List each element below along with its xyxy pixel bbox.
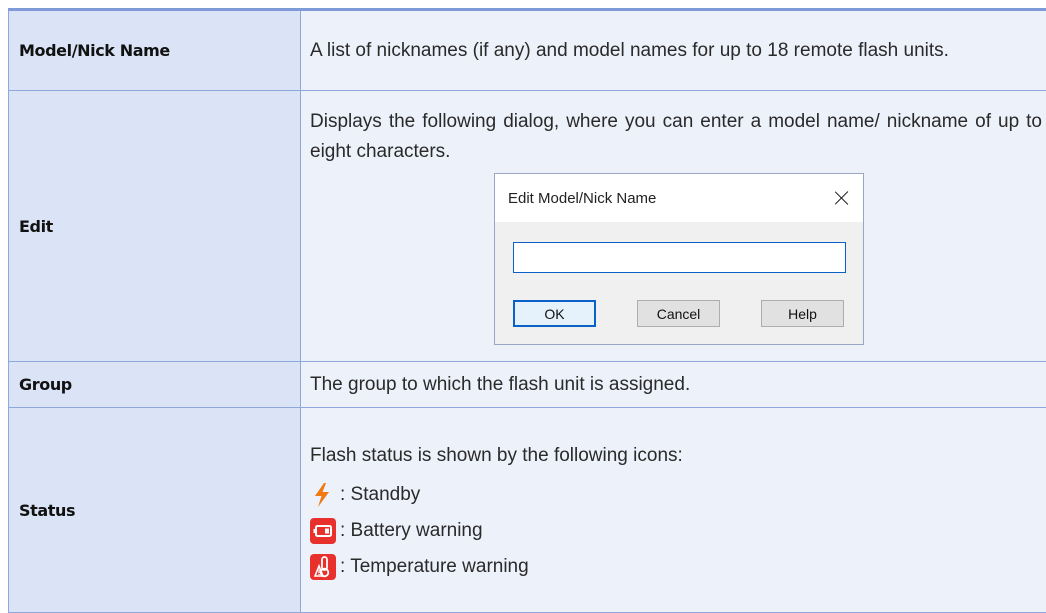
description-cell: Displays the following dialog, where you… (301, 91, 1046, 362)
term-label: Status (19, 501, 75, 520)
status-label: : Standby (340, 480, 420, 510)
status-intro: Flash status is shown by the following i… (310, 435, 1042, 477)
table-row: Status Flash status is shown by the foll… (9, 408, 1046, 613)
dialog-title: Edit Model/Nick Name (508, 190, 656, 207)
status-label: : Temperature warning (340, 552, 529, 582)
term-cell: Model/Nick Name (9, 10, 301, 91)
edit-name-dialog: Edit Model/Nick Name OK Cancel Help (494, 173, 864, 345)
table-row: Edit Displays the following dialog, wher… (9, 91, 1046, 362)
lightning-bolt-icon (310, 482, 336, 508)
description-text: The group to which the flash unit is ass… (310, 370, 1042, 400)
nickname-input[interactable] (513, 242, 846, 273)
term-label: Model/Nick Name (19, 41, 170, 60)
table-row: Group The group to which the flash unit … (9, 362, 1046, 408)
temperature-warning-icon (310, 554, 336, 580)
close-icon[interactable] (831, 187, 853, 209)
term-cell: Group (9, 362, 301, 408)
description-text: Displays the following dialog, where you… (310, 107, 1042, 167)
help-button[interactable]: Help (761, 300, 844, 327)
status-item-standby: : Standby (310, 477, 1042, 513)
term-label: Group (19, 375, 72, 394)
ok-button[interactable]: OK (513, 300, 596, 327)
term-cell: Status (9, 408, 301, 613)
dialog-titlebar: Edit Model/Nick Name (495, 174, 863, 222)
cancel-button[interactable]: Cancel (637, 300, 720, 327)
term-cell: Edit (9, 91, 301, 362)
table-row: Model/Nick Name A list of nicknames (if … (9, 10, 1046, 91)
definition-table: Model/Nick Name A list of nicknames (if … (8, 8, 1046, 613)
term-label: Edit (19, 217, 53, 236)
description-cell: Flash status is shown by the following i… (301, 408, 1046, 613)
description-cell: A list of nicknames (if any) and model n… (301, 10, 1046, 91)
status-label: : Battery warning (340, 516, 483, 546)
battery-warning-icon (310, 518, 336, 544)
description-cell: The group to which the flash unit is ass… (301, 362, 1046, 408)
status-item-battery: : Battery warning (310, 513, 1042, 549)
description-text: A list of nicknames (if any) and model n… (310, 36, 1042, 66)
status-item-temperature: : Temperature warning (310, 549, 1042, 585)
